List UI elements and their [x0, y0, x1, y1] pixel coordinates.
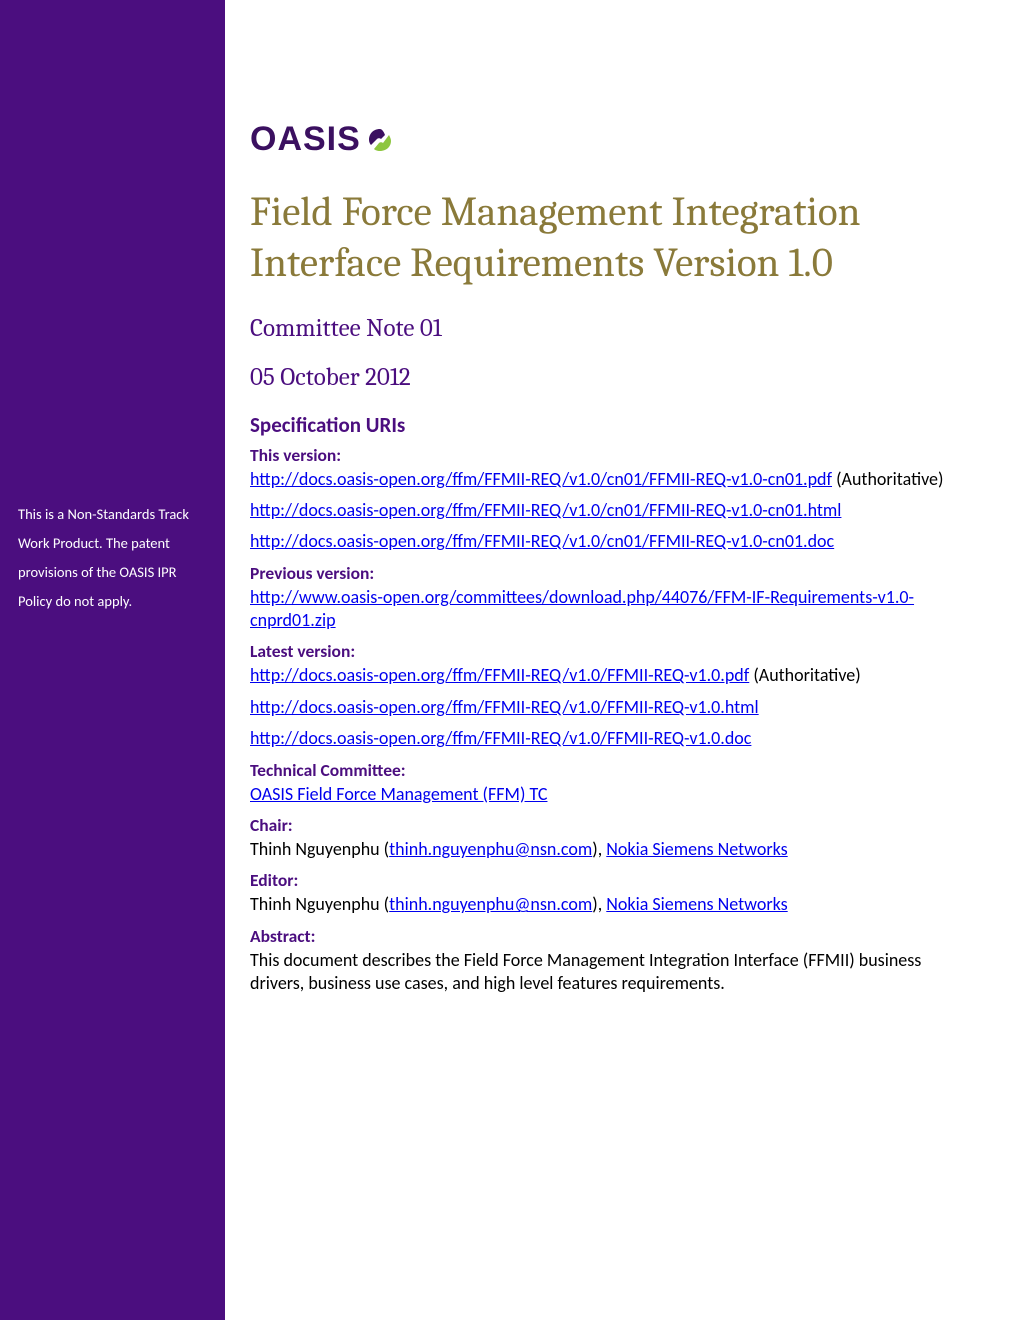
page-container: This is a Non-Standards Track Work Produ…	[0, 0, 1020, 1320]
previous-version-link-0[interactable]: http://www.oasis-open.org/committees/dow…	[250, 586, 914, 631]
sidebar: This is a Non-Standards Track Work Produ…	[0, 0, 225, 1320]
editor-label: Editor:	[250, 869, 960, 891]
editor-line: Thinh Nguyenphu (thinh.nguyenphu@nsn.com…	[250, 893, 960, 916]
document-title: Field Force Management Integration Inter…	[250, 187, 960, 290]
abstract-label: Abstract:	[250, 925, 960, 947]
chair-org-link[interactable]: Nokia Siemens Networks	[606, 838, 787, 860]
latest-version-suffix-0: (Authoritative)	[749, 664, 860, 686]
latest-version-label: Latest version:	[250, 640, 960, 662]
chair-email-link[interactable]: thinh.nguyenphu@nsn.com	[389, 838, 592, 860]
chair-open: (	[380, 838, 390, 860]
spec-uris-heading: Specification URIs	[250, 412, 960, 438]
editor-email-link[interactable]: thinh.nguyenphu@nsn.com	[389, 893, 592, 915]
previous-version-item-0: http://www.oasis-open.org/committees/dow…	[250, 586, 960, 633]
oasis-wordmark: OASIS	[250, 120, 361, 159]
oasis-logo-icon	[367, 127, 393, 153]
editor-org-link[interactable]: Nokia Siemens Networks	[606, 893, 787, 915]
editor-close: ),	[592, 893, 606, 915]
technical-committee-label: Technical Committee:	[250, 759, 960, 781]
this-version-item-0: http://docs.oasis-open.org/ffm/FFMII-REQ…	[250, 468, 960, 491]
this-version-link-2[interactable]: http://docs.oasis-open.org/ffm/FFMII-REQ…	[250, 530, 834, 552]
this-version-suffix-0: (Authoritative)	[832, 468, 943, 490]
chair-close: ),	[592, 838, 606, 860]
document-date: 05 October 2012	[250, 363, 960, 392]
editor-open: (	[380, 893, 390, 915]
chair-label: Chair:	[250, 814, 960, 836]
this-version-link-0[interactable]: http://docs.oasis-open.org/ffm/FFMII-REQ…	[250, 468, 832, 490]
technical-committee-item: OASIS Field Force Management (FFM) TC	[250, 783, 960, 806]
editor-name: Thinh Nguyenphu	[250, 893, 380, 915]
this-version-link-1[interactable]: http://docs.oasis-open.org/ffm/FFMII-REQ…	[250, 499, 841, 521]
sidebar-note: This is a Non-Standards Track Work Produ…	[18, 500, 207, 616]
this-version-label: This version:	[250, 444, 960, 466]
this-version-item-1: http://docs.oasis-open.org/ffm/FFMII-REQ…	[250, 499, 960, 522]
latest-version-link-2[interactable]: http://docs.oasis-open.org/ffm/FFMII-REQ…	[250, 727, 751, 749]
chair-name: Thinh Nguyenphu	[250, 838, 380, 860]
latest-version-link-0[interactable]: http://docs.oasis-open.org/ffm/FFMII-REQ…	[250, 664, 749, 686]
previous-version-label: Previous version:	[250, 562, 960, 584]
latest-version-item-2: http://docs.oasis-open.org/ffm/FFMII-REQ…	[250, 727, 960, 750]
technical-committee-link[interactable]: OASIS Field Force Management (FFM) TC	[250, 783, 547, 805]
latest-version-link-1[interactable]: http://docs.oasis-open.org/ffm/FFMII-REQ…	[250, 696, 759, 718]
latest-version-item-0: http://docs.oasis-open.org/ffm/FFMII-REQ…	[250, 664, 960, 687]
oasis-logo-text: OASIS	[250, 120, 393, 159]
oasis-logo: OASIS	[250, 120, 960, 159]
chair-line: Thinh Nguyenphu (thinh.nguyenphu@nsn.com…	[250, 838, 960, 861]
abstract-text: This document describes the Field Force …	[250, 949, 960, 996]
committee-note-label: Committee Note 01	[250, 314, 960, 343]
main-content: OASIS Field Force Management Integration…	[225, 0, 1020, 1320]
this-version-item-2: http://docs.oasis-open.org/ffm/FFMII-REQ…	[250, 530, 960, 553]
latest-version-item-1: http://docs.oasis-open.org/ffm/FFMII-REQ…	[250, 696, 960, 719]
